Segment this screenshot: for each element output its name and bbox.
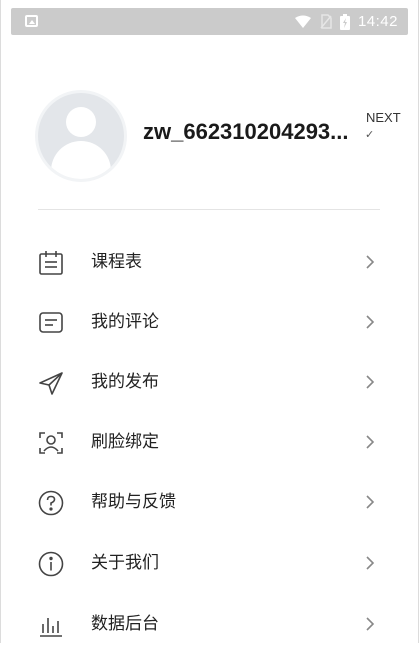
avatar[interactable] <box>38 93 124 179</box>
menu-item-label: 帮助与反馈 <box>91 492 176 512</box>
chevron-right-icon <box>362 494 378 510</box>
menu-item-about-us[interactable]: 关于我们 <box>0 533 419 593</box>
bar-chart-icon <box>38 612 64 638</box>
chevron-right-icon <box>362 616 378 632</box>
menu-item-my-posts[interactable]: 我的发布 <box>0 352 419 412</box>
next-check-icon: ✓ <box>365 128 375 141</box>
menu-item-my-comments[interactable]: 我的评论 <box>0 292 419 352</box>
no-sim-icon <box>320 14 332 29</box>
menu-item-label: 课程表 <box>91 252 142 272</box>
chevron-right-icon <box>362 555 378 571</box>
chevron-right-icon <box>362 314 378 330</box>
menu-item-help-feedback[interactable]: 帮助与反馈 <box>0 472 419 532</box>
chevron-right-icon <box>362 374 378 390</box>
menu-item-label: 我的评论 <box>91 312 159 332</box>
send-icon <box>38 370 64 396</box>
status-icons: 14:42 <box>294 8 398 35</box>
wifi-icon <box>294 15 311 28</box>
chevron-right-icon <box>362 254 378 270</box>
default-avatar-icon <box>66 107 96 137</box>
calendar-icon <box>38 250 64 276</box>
menu-item-label: 关于我们 <box>91 553 159 573</box>
menu-item-face-binding[interactable]: 刷脸绑定 <box>0 412 419 472</box>
battery-charging-icon <box>339 13 350 30</box>
comment-icon <box>38 310 64 336</box>
next-button[interactable]: NEXT <box>366 110 401 125</box>
image-icon <box>25 15 38 27</box>
menu-item-data-backend[interactable]: 数据后台 <box>0 594 419 654</box>
menu-item-label: 刷脸绑定 <box>91 432 159 452</box>
menu-item-label: 数据后台 <box>91 614 159 634</box>
avatar-body <box>51 141 111 179</box>
menu-item-label: 我的发布 <box>91 372 159 392</box>
menu-item-schedule[interactable]: 课程表 <box>0 232 419 292</box>
username[interactable]: zw_662310204293... <box>143 119 373 145</box>
info-icon <box>38 551 64 577</box>
status-bar: 14:42 <box>11 8 408 35</box>
help-icon <box>38 490 64 516</box>
profile-divider <box>38 209 380 210</box>
status-time: 14:42 <box>357 13 398 30</box>
face-scan-icon <box>38 430 64 456</box>
chevron-right-icon <box>362 434 378 450</box>
